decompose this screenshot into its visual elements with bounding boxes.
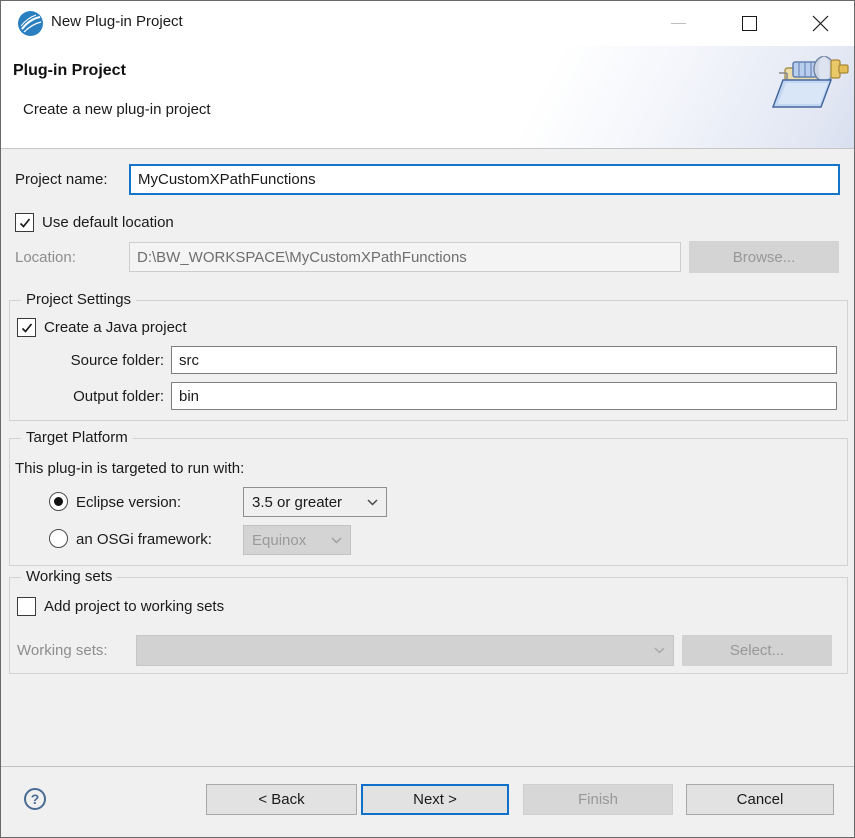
eclipse-version-value: 3.5 or greater [252,494,342,511]
location-input [129,242,681,272]
footer-divider [1,766,854,767]
eclipse-version-radio[interactable] [49,492,68,511]
checkmark-icon [20,321,34,335]
target-platform-description: This plug-in is targeted to run with: [15,460,244,477]
app-logo-icon [18,11,43,36]
add-to-working-sets-checkbox[interactable] [17,597,36,616]
window-title: New Plug-in Project [51,13,183,30]
create-java-project-label: Create a Java project [44,319,187,336]
chevron-down-icon [367,499,378,506]
source-folder-label: Source folder: [15,352,164,369]
working-sets-combo [136,635,674,666]
minimize-icon [671,23,686,24]
back-button[interactable]: < Back [206,784,357,815]
create-java-project-checkbox[interactable] [17,318,36,337]
output-folder-input[interactable] [171,382,837,410]
use-default-location-checkbox[interactable] [15,213,34,232]
add-to-working-sets-label: Add project to working sets [44,598,224,615]
maximize-button[interactable] [726,1,772,46]
finish-button: Finish [523,784,673,815]
osgi-framework-value: Equinox [252,532,306,549]
maximize-icon [742,16,757,31]
title-bar: New Plug-in Project [1,1,854,46]
plugin-wizard-icon [771,49,849,124]
cancel-button[interactable]: Cancel [686,784,834,815]
browse-button: Browse... [689,241,839,273]
working-sets-field-label: Working sets: [17,642,108,659]
project-name-label: Project name: [15,171,108,188]
checkmark-icon [18,216,32,230]
working-sets-legend: Working sets [21,568,117,585]
use-default-location-label: Use default location [42,214,174,231]
close-button[interactable] [797,1,843,46]
help-glyph: ? [31,791,40,807]
osgi-framework-radio[interactable] [49,529,68,548]
location-label: Location: [15,249,76,266]
wizard-title: Plug-in Project [13,62,126,80]
new-plugin-project-dialog: New Plug-in Project Plug-in Project Crea… [0,0,855,838]
minimize-button [655,1,701,46]
chevron-down-icon [331,537,342,544]
select-working-sets-button: Select... [682,635,832,666]
eclipse-version-dropdown[interactable]: 3.5 or greater [243,487,387,517]
project-settings-legend: Project Settings [21,291,136,308]
eclipse-version-label: Eclipse version: [76,494,181,511]
close-icon [812,15,829,32]
target-platform-legend: Target Platform [21,429,133,446]
output-folder-label: Output folder: [15,388,164,405]
project-name-input[interactable] [129,164,840,195]
wizard-banner: Plug-in Project Create a new plug-in pro… [1,46,854,149]
wizard-subtitle: Create a new plug-in project [23,101,211,118]
radio-dot-icon [54,497,63,506]
source-folder-input[interactable] [171,346,837,374]
help-icon[interactable]: ? [24,788,46,810]
chevron-down-icon [654,647,665,654]
osgi-framework-dropdown: Equinox [243,525,351,555]
next-button[interactable]: Next > [361,784,509,815]
osgi-framework-label: an OSGi framework: [76,531,212,548]
